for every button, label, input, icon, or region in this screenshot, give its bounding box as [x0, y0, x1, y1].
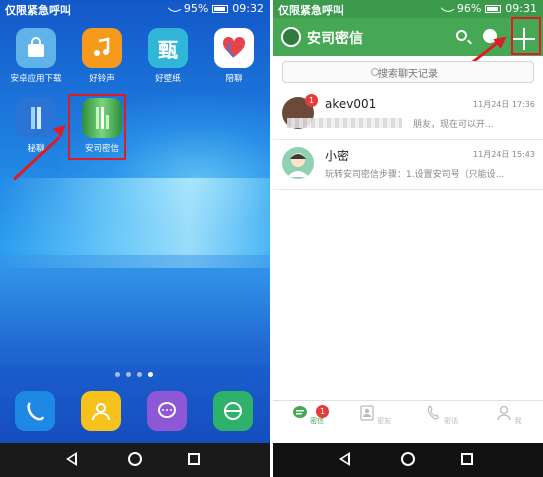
app-logo-icon	[281, 27, 301, 47]
home-screen: 仅限紧急呼叫 95% 09:32 安卓应用下载 好铃声 甄 好壁纸 陪聊 秘聊 …	[0, 0, 270, 477]
phone-icon	[427, 405, 439, 420]
bottom-tab-bar: 1 密信 密友 密话 我	[273, 400, 543, 443]
chat-time: 11月24日 17:36	[473, 100, 535, 109]
phone-icon	[27, 402, 45, 421]
screenshot-root: 仅限紧急呼叫 95% 09:32 安卓应用下载 好铃声 甄 好壁纸 陪聊 秘聊 …	[0, 0, 543, 477]
back-icon[interactable]	[66, 452, 77, 466]
app-title: 安司密信	[307, 31, 363, 47]
app-wallpaper[interactable]: 甄 好壁纸	[138, 28, 198, 84]
chat-list-item[interactable]: 小密 11月24日 15:43 玩转安司密信步骤：1.设置安司号（只能设...	[273, 140, 543, 190]
contacts-icon	[92, 403, 110, 421]
carrier-text: 仅限紧急呼叫	[278, 4, 344, 17]
clock: 09:32	[232, 2, 264, 15]
chat-list-item[interactable]: 1 akev001 11月24日 17:36 朋友，现在可以开...	[273, 90, 543, 140]
chat-time: 11月24日 15:43	[473, 150, 535, 159]
wallpaper-panel	[0, 255, 270, 365]
chat-preview: 玩转安司密信步骤：1.设置安司号（只能设...	[325, 170, 505, 180]
contacts-dock-button[interactable]	[81, 391, 121, 431]
highlight-box-app	[68, 94, 126, 160]
home-icon[interactable]	[401, 452, 415, 466]
shopping-bag-icon	[16, 28, 56, 68]
clock: 09:31	[505, 2, 537, 15]
status-bar: 仅限紧急呼叫 96% 09:31	[273, 0, 543, 18]
chat-preview: 朋友，现在可以开...	[413, 120, 494, 130]
heart-icon	[214, 28, 254, 68]
battery-icon	[485, 4, 502, 13]
phone-dock-button[interactable]	[15, 391, 55, 431]
tab-label: 密友	[377, 417, 392, 425]
tab-calls[interactable]: 密话	[422, 405, 462, 426]
battery-percent: 96%	[456, 2, 482, 15]
app-label: 好壁纸	[155, 74, 181, 84]
page-dot[interactable]	[137, 372, 142, 377]
home-icon[interactable]	[128, 452, 142, 466]
nav-bar	[0, 443, 270, 477]
tab-messages[interactable]: 1 密信	[288, 405, 329, 426]
wallpaper-glyph: 甄	[158, 37, 178, 62]
secret-chat-icon	[16, 98, 56, 138]
music-note-icon	[82, 28, 122, 68]
status-bar: 仅限紧急呼叫 95% 09:32	[0, 0, 270, 18]
recent-apps-icon[interactable]	[188, 453, 200, 465]
chat-search-bar[interactable]	[282, 61, 534, 85]
contact-card-icon	[360, 405, 374, 421]
back-icon[interactable]	[339, 452, 350, 466]
wifi-icon	[167, 1, 182, 16]
app-label: 秘聊	[27, 144, 45, 154]
wifi-icon	[440, 1, 455, 16]
chat-name: 小密	[325, 149, 350, 163]
page-dot[interactable]	[126, 372, 131, 377]
app-label: 陪聊	[225, 74, 243, 84]
person-icon	[497, 405, 512, 421]
app-ringtone[interactable]: 好铃声	[72, 28, 132, 84]
highlight-box-plus	[511, 17, 541, 55]
tab-badge: 1	[316, 405, 329, 418]
battery-percent: 95%	[183, 2, 209, 15]
tab-label: 密话	[444, 417, 459, 425]
page-dot-active[interactable]	[148, 372, 153, 377]
carrier-text: 仅限紧急呼叫	[5, 4, 71, 17]
battery-icon	[212, 4, 229, 13]
app-chat-companion[interactable]: 陪聊	[204, 28, 264, 84]
browser-icon	[224, 402, 242, 420]
recent-apps-icon[interactable]	[461, 453, 473, 465]
chat-search-input[interactable]	[283, 64, 533, 85]
page-dot[interactable]	[115, 372, 120, 377]
avatar	[282, 147, 314, 179]
tab-friends[interactable]: 密友	[355, 405, 395, 426]
chat-app-screen: 仅限紧急呼叫 96% 09:31 安司密信 1 ake	[273, 0, 543, 477]
search-icon[interactable]	[456, 30, 467, 41]
wallpaper-icon: 甄	[148, 28, 188, 68]
browser-dock-button[interactable]	[213, 391, 253, 431]
chat-name: akev001	[325, 97, 377, 111]
tab-me[interactable]: 我	[489, 405, 529, 426]
message-icon	[158, 402, 176, 418]
search-icon	[371, 68, 379, 76]
app-label: 安卓应用下载	[10, 74, 62, 84]
tab-label: 我	[514, 417, 522, 425]
chat-bubble-icon	[292, 406, 307, 418]
tab-label: 密信	[310, 417, 325, 425]
messages-dock-button[interactable]	[147, 391, 187, 431]
app-android-download[interactable]: 安卓应用下载	[6, 28, 66, 84]
app-label: 好铃声	[89, 74, 115, 84]
nav-bar	[273, 443, 543, 477]
blurred-preview	[287, 118, 402, 128]
unread-badge: 1	[305, 94, 318, 107]
